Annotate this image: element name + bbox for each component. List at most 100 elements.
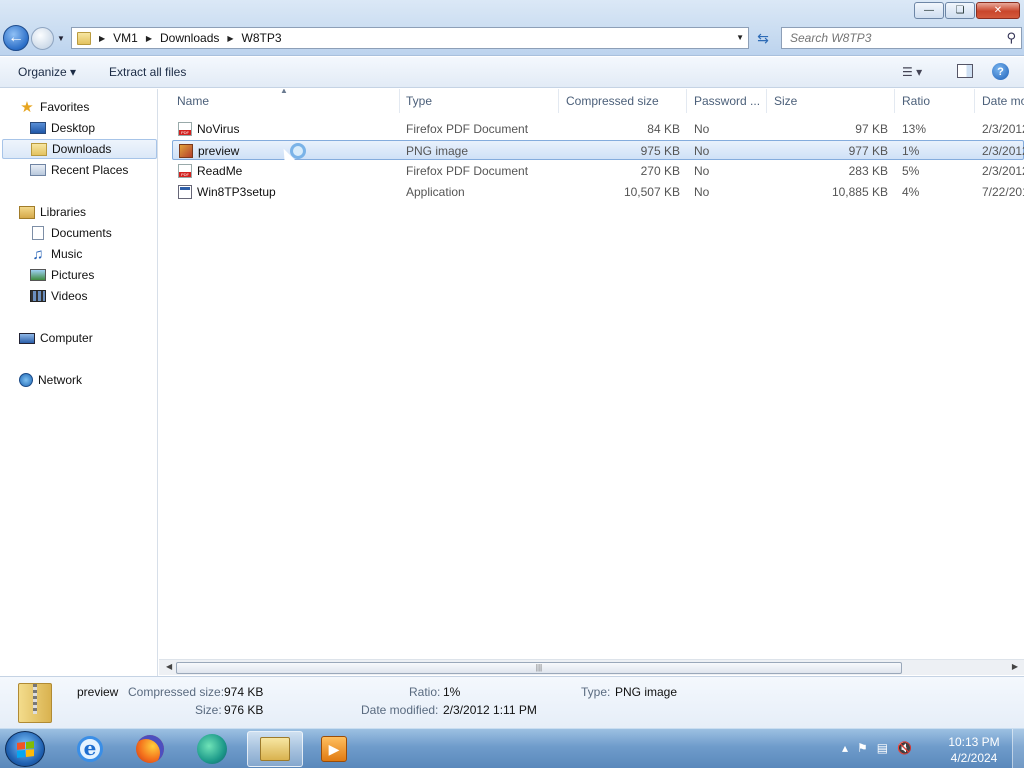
file-password: No xyxy=(694,185,710,199)
file-ratio: 5% xyxy=(902,164,920,178)
file-type: Firefox PDF Document xyxy=(406,164,529,178)
back-button[interactable]: ← xyxy=(3,25,29,51)
details-file-name: preview xyxy=(77,685,119,699)
forward-button[interactable] xyxy=(31,27,54,50)
show-desktop-button[interactable] xyxy=(1012,729,1024,768)
recent-pages-dropdown[interactable]: ▼ xyxy=(57,34,65,43)
nav-label: Documents xyxy=(51,226,112,240)
search-input[interactable] xyxy=(782,28,992,48)
organize-menu[interactable]: Organize ▾ xyxy=(18,65,76,79)
windows-explorer-icon xyxy=(260,737,290,761)
title-bar: — ❏ ✕ ← ▼ ▶ VM1 ▶ Downloads ▶ W8TP3 ▼ ⇆ … xyxy=(0,0,1024,56)
nav-label: Downloads xyxy=(52,142,112,156)
change-view-icon[interactable]: ☰ ▾ xyxy=(902,65,922,79)
details-compressed-label: Compressed size: xyxy=(128,685,225,699)
column-header-size[interactable]: Size xyxy=(766,89,895,113)
zip-folder-icon xyxy=(18,683,52,723)
file-row[interactable]: Win8TP3setup Application 10,507 KB No 10… xyxy=(172,182,1024,202)
taskbar-internet-explorer[interactable]: e xyxy=(62,731,118,767)
sort-ascending-icon: ▲ xyxy=(280,89,288,95)
details-pane: preview Compressed size: 974 KB Size: 97… xyxy=(0,676,1024,728)
column-header-type[interactable]: Type xyxy=(398,89,559,113)
volume-muted-icon[interactable]: 🔇 xyxy=(897,741,912,755)
nav-libraries[interactable]: Libraries xyxy=(19,202,176,222)
file-type: Application xyxy=(406,185,465,199)
maximize-button[interactable]: ❏ xyxy=(945,2,975,19)
nav-favorites[interactable]: ★ Favorites xyxy=(19,97,176,117)
libraries-icon xyxy=(19,205,35,219)
taskbar-firefox[interactable] xyxy=(122,731,178,767)
nav-label: Computer xyxy=(40,331,93,345)
taskbar-windows-explorer[interactable] xyxy=(247,731,303,767)
details-date-value: 2/3/2012 1:11 PM xyxy=(443,703,537,717)
command-bar: Organize ▾ Extract all files ☰ ▾ ? xyxy=(0,57,1024,88)
clock-time: 10:13 PM xyxy=(948,735,1000,749)
nav-computer[interactable]: Computer xyxy=(19,328,176,348)
nav-network[interactable]: Network xyxy=(19,370,176,390)
details-type-label: Type: xyxy=(581,685,611,699)
folder-icon xyxy=(77,31,91,45)
clock[interactable]: 10:13 PM 4/2/2024 xyxy=(940,734,1008,766)
horizontal-scrollbar[interactable]: ◀ ||| ▶ xyxy=(159,659,1024,675)
details-type-value: PNG image xyxy=(615,685,678,699)
nav-label: Libraries xyxy=(40,205,87,219)
file-compressed-size: 10,507 KB xyxy=(623,185,680,199)
file-row[interactable]: ReadMe Firefox PDF Document 270 KB No 28… xyxy=(172,161,1024,181)
busy-spinner-icon xyxy=(290,143,306,159)
breadcrumb-vm1[interactable]: VM1 xyxy=(113,31,138,45)
file-ratio: 1% xyxy=(902,144,920,158)
taskbar-edge[interactable] xyxy=(184,731,240,767)
search-icon[interactable]: ⚲ xyxy=(1006,30,1016,46)
file-compressed-size: 84 KB xyxy=(647,122,680,136)
refresh-icon: ⇆ xyxy=(757,29,769,46)
breadcrumb-downloads[interactable]: Downloads xyxy=(160,31,219,45)
network-icon xyxy=(19,373,33,387)
start-button[interactable] xyxy=(5,731,45,767)
pdf-icon xyxy=(178,122,192,136)
details-size-value: 976 KB xyxy=(224,703,264,717)
close-button[interactable]: ✕ xyxy=(976,2,1020,19)
minimize-button[interactable]: — xyxy=(914,2,944,19)
breadcrumb-w8tp3[interactable]: W8TP3 xyxy=(242,31,282,45)
videos-icon xyxy=(30,290,46,302)
clock-date: 4/2/2024 xyxy=(950,751,998,765)
breadcrumb-chevron-icon[interactable]: ▶ xyxy=(99,34,105,43)
file-list: Name ▲ Type Compressed size Password ...… xyxy=(159,89,1024,659)
details-compressed-value: 974 KB xyxy=(224,685,264,699)
file-row[interactable]: NoVirus Firefox PDF Document 84 KB No 97… xyxy=(172,119,1024,139)
back-arrow-icon: ← xyxy=(8,29,24,46)
search-box[interactable]: ⚲ xyxy=(781,27,1022,49)
column-header-password[interactable]: Password ... xyxy=(686,89,767,113)
taskbar-media-player[interactable]: ▶ xyxy=(306,731,362,767)
breadcrumb-chevron-icon[interactable]: ▶ xyxy=(227,34,233,43)
network-tray-icon[interactable]: ▤ xyxy=(877,741,888,755)
scroll-right-icon[interactable]: ▶ xyxy=(1012,662,1018,671)
show-hidden-icons-icon[interactable]: ▴ xyxy=(842,741,848,755)
file-compressed-size: 270 KB xyxy=(640,164,680,178)
address-bar[interactable]: ▶ VM1 ▶ Downloads ▶ W8TP3 ▼ xyxy=(71,27,749,49)
details-size-label: Size: xyxy=(195,703,222,717)
column-header-date-modified[interactable]: Date modified xyxy=(974,89,1024,113)
media-player-icon: ▶ xyxy=(321,736,347,762)
help-icon[interactable]: ? xyxy=(992,63,1009,80)
file-name: ReadMe xyxy=(197,164,243,178)
windows-logo-icon xyxy=(17,741,34,758)
preview-pane-icon[interactable] xyxy=(957,64,973,78)
breadcrumb-chevron-icon[interactable]: ▶ xyxy=(146,34,152,43)
extract-all-files-button[interactable]: Extract all files xyxy=(109,65,186,79)
recent-places-icon xyxy=(30,164,46,176)
column-header-ratio[interactable]: Ratio xyxy=(894,89,975,113)
address-dropdown-icon[interactable]: ▼ xyxy=(736,33,744,42)
nav-downloads[interactable]: Downloads xyxy=(2,139,157,159)
action-center-flag-icon[interactable]: ⚑ xyxy=(857,741,868,755)
column-header-compressed-size[interactable]: Compressed size xyxy=(558,89,687,113)
nav-label: Network xyxy=(38,373,83,387)
system-tray: ▴ ⚑ ▤ 🔇 xyxy=(842,741,912,755)
scrollbar-thumb[interactable]: ||| xyxy=(176,662,902,674)
firefox-icon xyxy=(136,735,164,763)
column-headers: Name ▲ Type Compressed size Password ...… xyxy=(159,89,1024,113)
refresh-button[interactable]: ⇆ xyxy=(751,27,775,49)
details-date-label: Date modified: xyxy=(361,703,439,717)
scroll-left-icon[interactable]: ◀ xyxy=(166,662,172,671)
file-name: preview xyxy=(198,144,240,158)
